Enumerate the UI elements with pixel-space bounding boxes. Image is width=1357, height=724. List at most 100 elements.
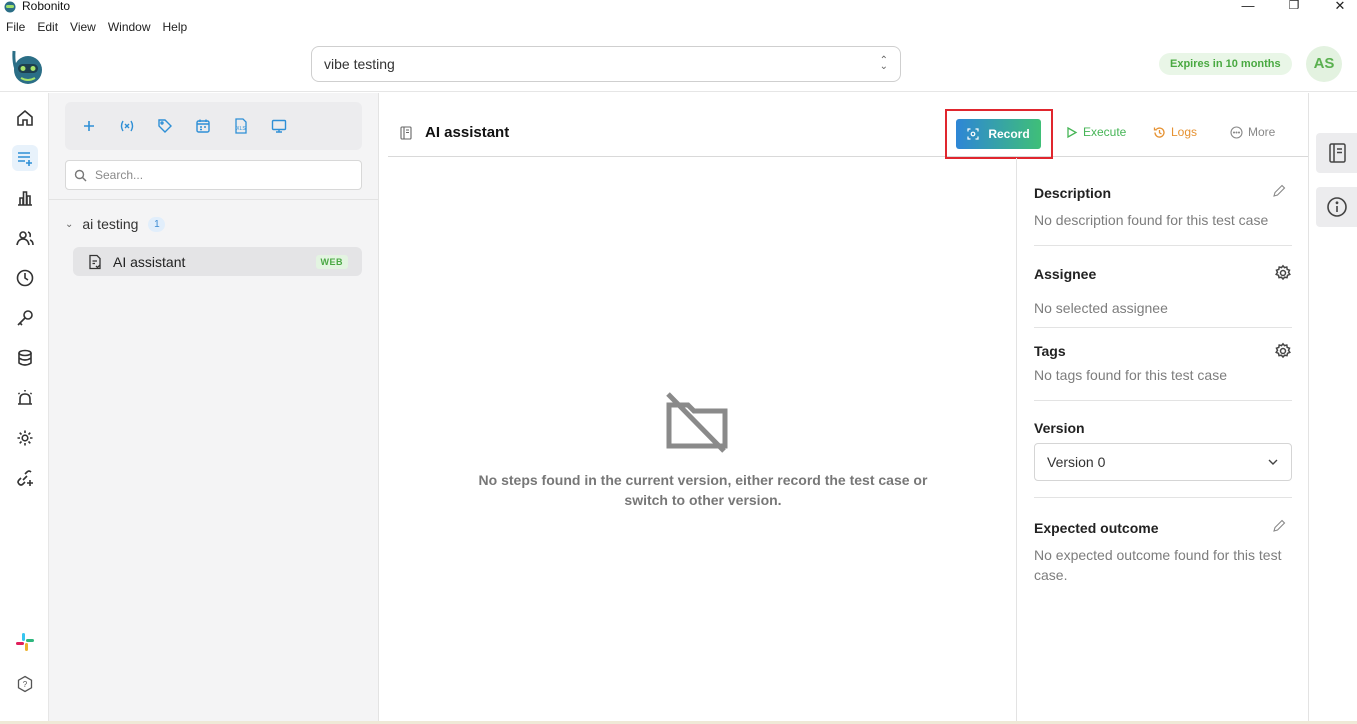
- nav-reports[interactable]: [12, 185, 38, 211]
- nav-alerts[interactable]: [12, 385, 38, 411]
- slack-icon: [16, 633, 34, 651]
- project-select-value: vibe testing: [324, 56, 395, 72]
- calendar-icon: [196, 119, 210, 133]
- nav-users[interactable]: [12, 225, 38, 251]
- execute-button[interactable]: Execute: [1065, 125, 1126, 139]
- menu-view[interactable]: View: [64, 17, 102, 37]
- variables-button[interactable]: [117, 116, 137, 136]
- title-bar: Robonito — ❐ ✕: [0, 0, 1357, 16]
- version-select-value: Version 0: [1047, 454, 1106, 470]
- assignee-text: No selected assignee: [1034, 300, 1168, 316]
- nav-settings[interactable]: [12, 425, 38, 451]
- svg-text:XLS: XLS: [236, 126, 246, 132]
- right-toolbar: [1308, 93, 1357, 724]
- version-title: Version: [1034, 420, 1085, 436]
- clock-icon: [16, 269, 34, 287]
- variable-icon: [120, 120, 134, 132]
- robonito-logo-icon: [4, 1, 16, 13]
- test-case-item[interactable]: AI assistant WEB: [73, 247, 362, 276]
- steps-empty-state: No steps found in the current version, e…: [388, 158, 1017, 724]
- expected-outcome-section: Expected outcome No expected outcome fou…: [1034, 498, 1292, 588]
- record-highlight: Record: [945, 109, 1053, 159]
- device-button[interactable]: [269, 116, 289, 136]
- record-button[interactable]: Record: [956, 119, 1041, 149]
- more-button[interactable]: More: [1230, 125, 1275, 139]
- top-bar: vibe testing ⌃ ⌄ Expires in 10 months AS: [0, 38, 1357, 92]
- assignee-section: Assignee No selected assignee: [1034, 246, 1292, 328]
- gear-icon: [17, 430, 33, 446]
- gear-icon[interactable]: [1274, 342, 1292, 360]
- menu-edit[interactable]: Edit: [31, 17, 64, 37]
- details-panel: Description No description found for thi…: [1034, 173, 1292, 588]
- record-label: Record: [988, 127, 1030, 141]
- folder-count-badge: 1: [148, 216, 166, 232]
- project-select[interactable]: vibe testing ⌃ ⌄: [311, 46, 901, 82]
- test-case-header: AI assistant Record Execute Logs More: [388, 109, 1308, 159]
- home-icon: [17, 109, 33, 126]
- expected-outcome-text: No expected outcome found for this test …: [1034, 547, 1282, 583]
- logs-button[interactable]: Logs: [1153, 125, 1197, 139]
- add-button[interactable]: [79, 116, 99, 136]
- menu-window[interactable]: Window: [102, 17, 157, 37]
- page-title: AI assistant: [425, 124, 510, 141]
- nav-help[interactable]: ?: [12, 671, 38, 697]
- pencil-icon[interactable]: [1272, 184, 1286, 198]
- search-box[interactable]: [65, 160, 362, 190]
- database-icon: [18, 349, 32, 366]
- history-icon: [1153, 126, 1165, 138]
- nav-schedule[interactable]: [12, 265, 38, 291]
- help-icon: ?: [17, 675, 33, 693]
- robonito-logo-icon[interactable]: [9, 45, 47, 85]
- play-icon: [1067, 126, 1078, 138]
- left-nav: ?: [0, 93, 49, 724]
- version-select[interactable]: Version 0: [1034, 443, 1292, 481]
- tag-icon: [158, 119, 172, 133]
- chevron-down-icon[interactable]: ⌄: [65, 219, 73, 230]
- tags-section: Tags No tags found for this test case: [1034, 328, 1292, 401]
- more-horizontal-icon: [1230, 125, 1243, 139]
- folder-name: ai testing: [82, 216, 139, 232]
- tags-button[interactable]: [155, 116, 175, 136]
- nav-test-cases[interactable]: [12, 145, 38, 171]
- close-button[interactable]: ✕: [1330, 0, 1350, 14]
- search-icon: [74, 169, 87, 181]
- description-section: Description No description found for thi…: [1034, 173, 1292, 246]
- excel-import-button[interactable]: XLS: [231, 116, 251, 136]
- tags-text: No tags found for this test case: [1034, 367, 1227, 383]
- updown-chevron-icon: ⌃ ⌄: [879, 55, 888, 72]
- execute-label: Execute: [1083, 125, 1127, 139]
- test-case-name: AI assistant: [113, 253, 186, 270]
- book-icon: [400, 126, 412, 140]
- logs-label: Logs: [1171, 125, 1198, 139]
- xls-file-icon: XLS: [235, 118, 247, 134]
- key-icon: [17, 310, 33, 326]
- nav-integrations[interactable]: [12, 465, 38, 491]
- calendar-button[interactable]: [193, 116, 213, 136]
- nav-database[interactable]: [12, 345, 38, 371]
- version-section: Version Version 0: [1034, 401, 1292, 498]
- app-title: Robonito: [22, 0, 71, 13]
- menu-help[interactable]: Help: [157, 17, 194, 37]
- nav-slack[interactable]: [12, 629, 38, 655]
- empty-state-text: No steps found in the current version, e…: [478, 472, 928, 508]
- info-icon: [1327, 197, 1347, 217]
- test-case-icon: [89, 254, 101, 269]
- nav-keys[interactable]: [12, 305, 38, 331]
- info-button[interactable]: [1316, 187, 1357, 227]
- folder-ai-testing[interactable]: ⌄ ai testing 1: [65, 213, 166, 235]
- menu-file[interactable]: File: [0, 17, 31, 37]
- expiry-badge: Expires in 10 months: [1159, 53, 1292, 75]
- alarm-icon: [17, 390, 33, 405]
- gear-icon[interactable]: [1274, 264, 1292, 282]
- search-input[interactable]: [95, 168, 345, 182]
- pencil-icon[interactable]: [1272, 519, 1286, 533]
- tags-title: Tags: [1034, 343, 1066, 359]
- description-text: No description found for this test case: [1034, 212, 1269, 228]
- platform-badge: WEB: [315, 255, 348, 269]
- maximize-button[interactable]: ❐: [1284, 0, 1304, 14]
- nav-home[interactable]: [12, 105, 38, 131]
- notes-button[interactable]: [1316, 133, 1357, 173]
- more-label: More: [1248, 125, 1276, 139]
- avatar[interactable]: AS: [1306, 46, 1342, 82]
- minimize-button[interactable]: —: [1238, 0, 1258, 14]
